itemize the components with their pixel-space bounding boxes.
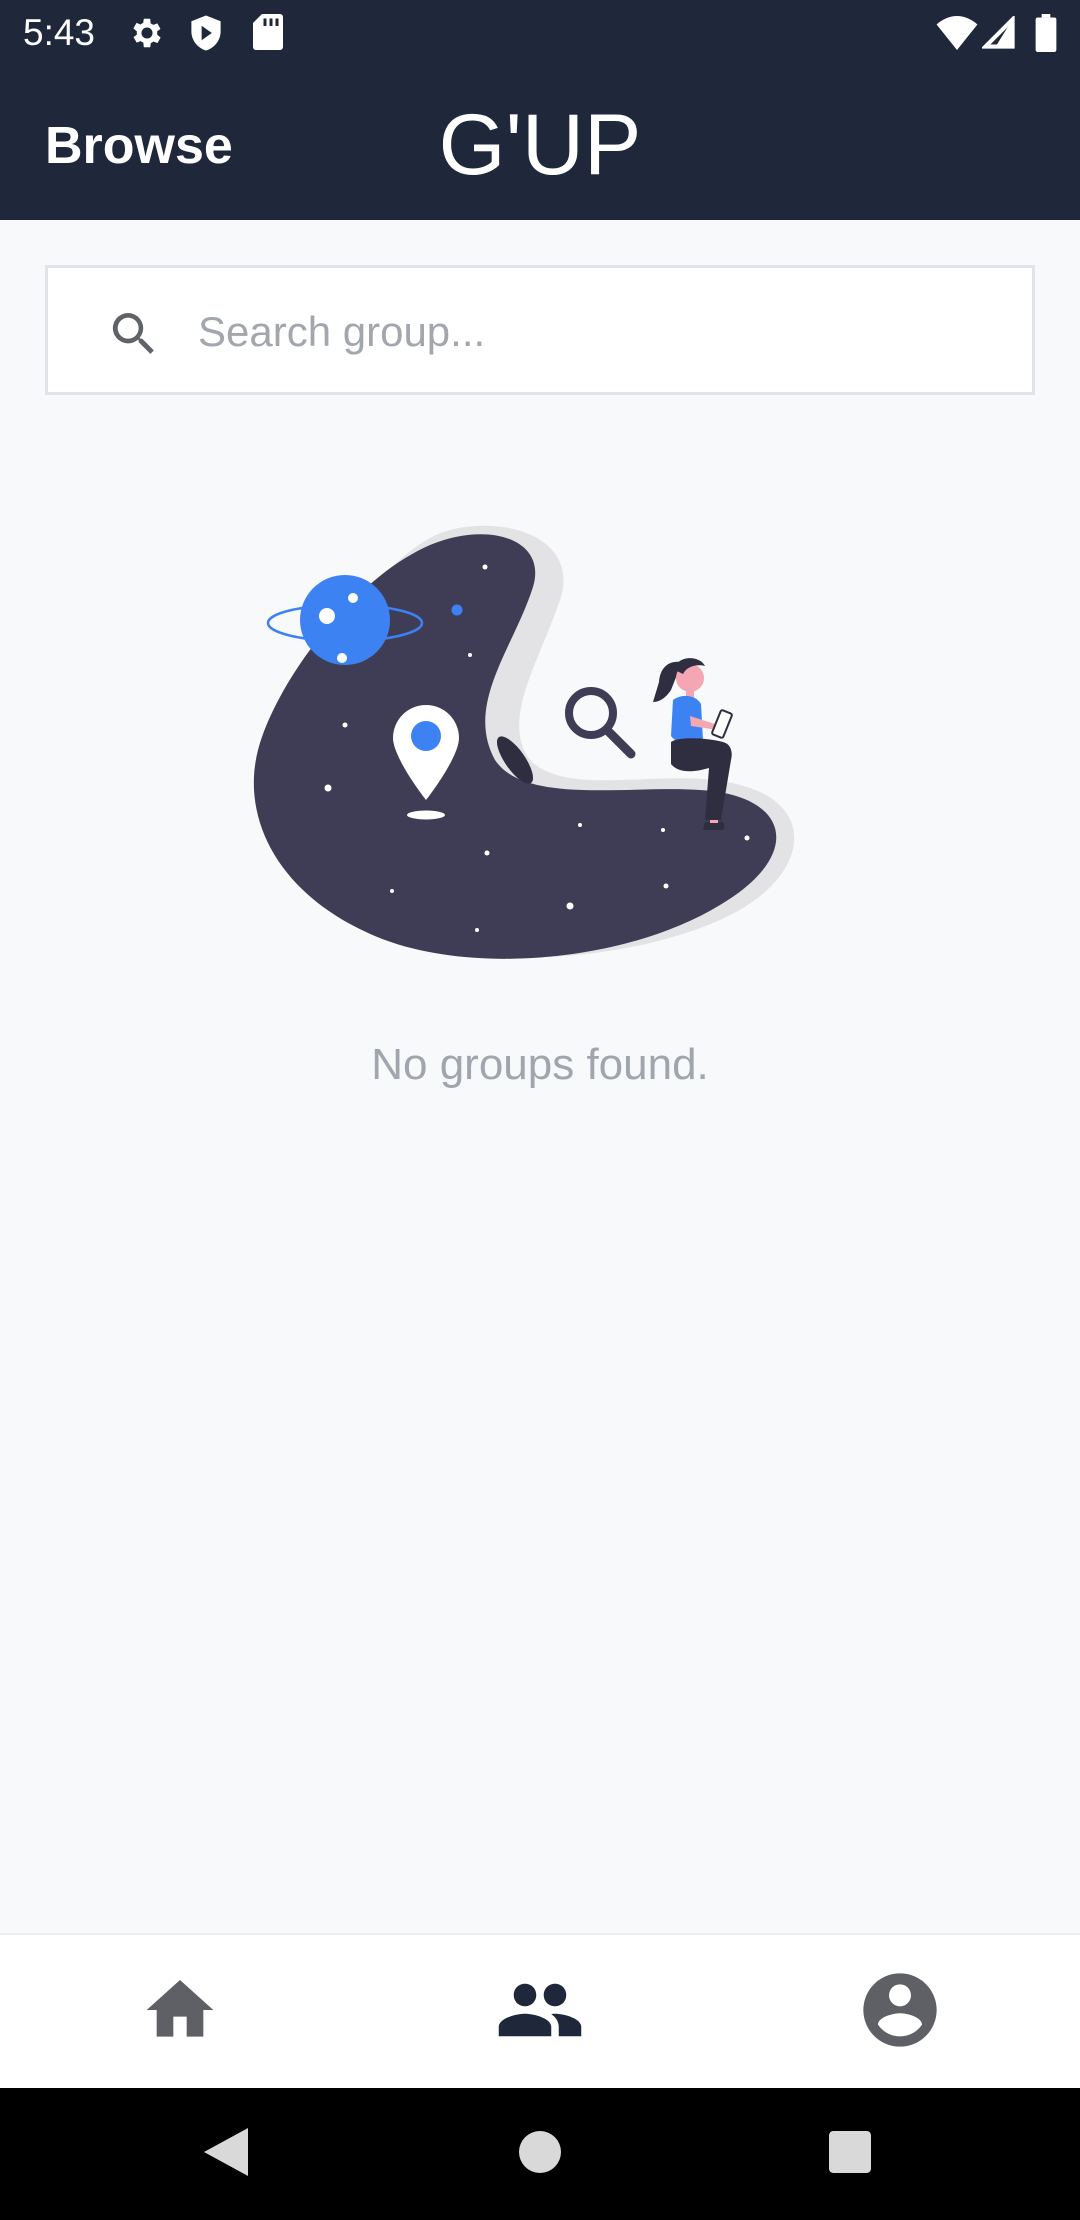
status-bar: 5:43 <box>0 0 1080 66</box>
shield-icon <box>188 14 224 57</box>
empty-state-illustration <box>250 520 830 985</box>
search-icon <box>106 306 162 367</box>
wifi-icon <box>936 16 978 55</box>
groups-icon <box>495 1965 585 2060</box>
battery-icon <box>1035 14 1057 57</box>
recents-icon <box>829 2130 871 2178</box>
empty-state-message: No groups found. <box>371 1040 709 1089</box>
nav-groups[interactable] <box>360 1935 720 2090</box>
back-icon <box>204 2127 248 2181</box>
nav-account[interactable] <box>720 1935 1080 2090</box>
system-home-button[interactable] <box>440 2088 640 2220</box>
app-title: G'UP <box>438 97 642 193</box>
signal-icon <box>980 14 1016 55</box>
search-bar[interactable] <box>45 265 1035 395</box>
system-navigation-bar <box>0 2088 1080 2220</box>
system-back-button[interactable] <box>126 2088 326 2220</box>
search-input[interactable] <box>198 298 998 366</box>
system-recents-button[interactable] <box>750 2088 950 2220</box>
gear-icon <box>128 14 166 57</box>
home-circle-icon <box>519 2130 561 2178</box>
home-icon <box>140 1970 220 2055</box>
nav-home[interactable] <box>0 1935 360 2090</box>
sd-card-icon <box>253 14 283 55</box>
bottom-navigation <box>0 1933 1080 2088</box>
status-time: 5:43 <box>23 12 96 53</box>
account-icon <box>856 1966 944 2059</box>
app-header: Browse G'UP <box>0 66 1080 220</box>
